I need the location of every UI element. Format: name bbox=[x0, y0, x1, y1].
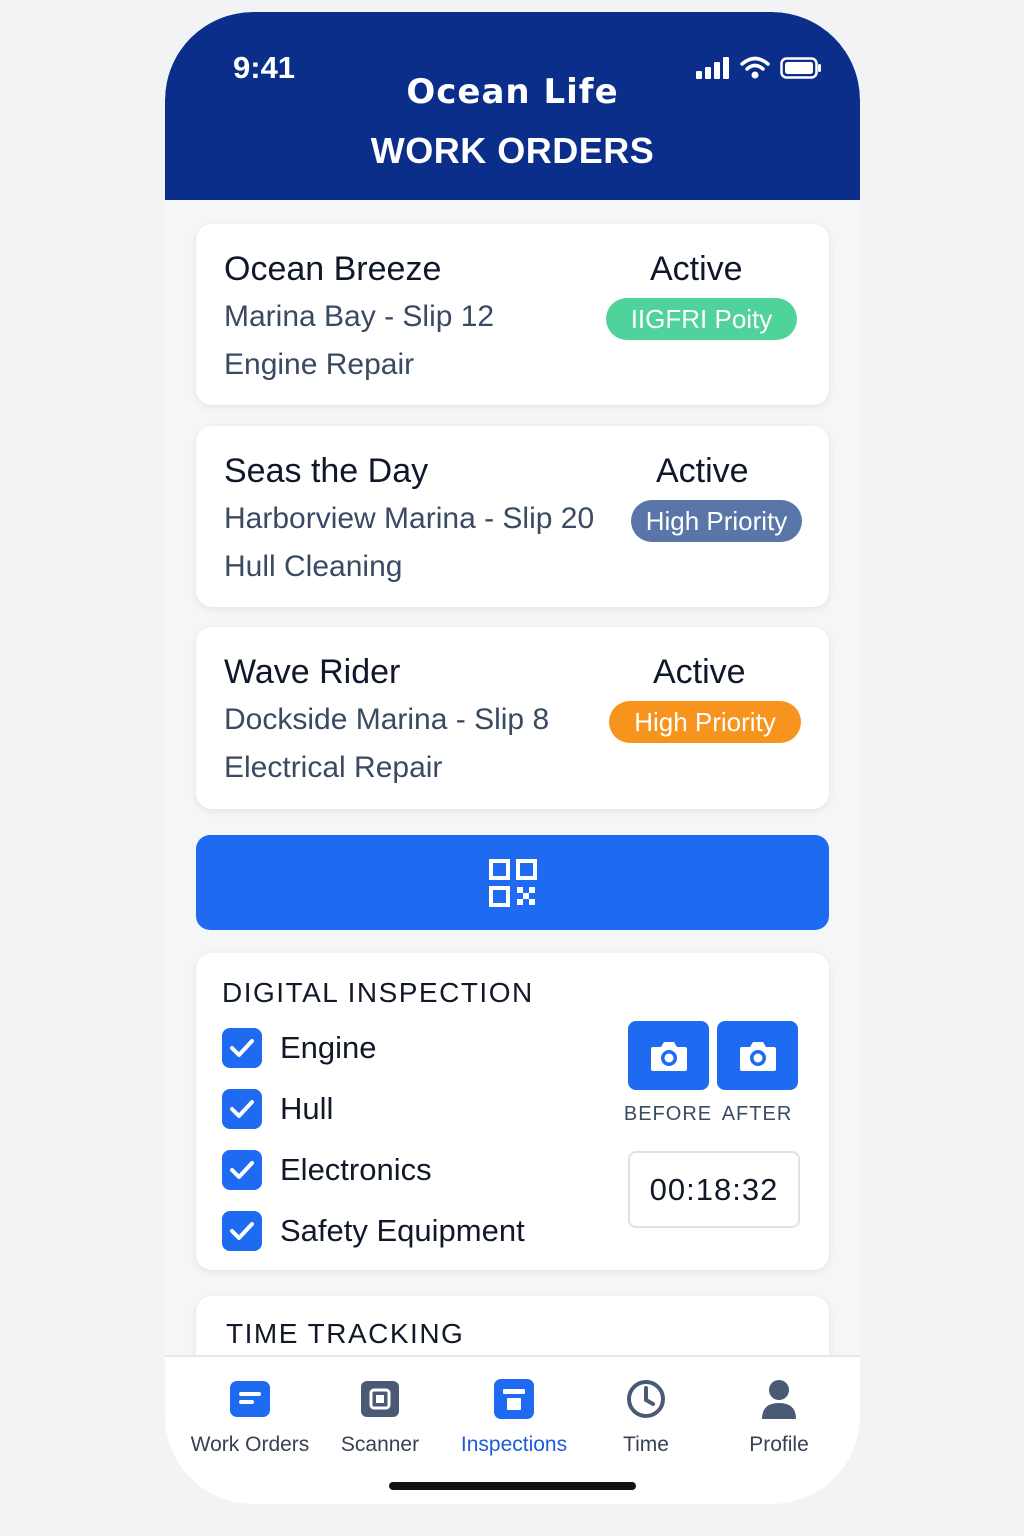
work-order-location: Dockside Marina - Slip 8 bbox=[224, 703, 550, 736]
checklist-item-electronics[interactable]: Electronics bbox=[222, 1150, 432, 1190]
priority-badge: High Priority bbox=[609, 701, 801, 743]
work-order-name: Seas the Day bbox=[224, 452, 429, 490]
tab-inspections[interactable]: Inspections bbox=[444, 1377, 584, 1457]
checklist-item-engine[interactable]: Engine bbox=[222, 1028, 377, 1068]
work-order-card[interactable]: Wave Rider Dockside Marina - Slip 8 Elec… bbox=[196, 627, 829, 809]
person-icon bbox=[762, 1380, 796, 1419]
work-order-name: Ocean Breeze bbox=[224, 250, 442, 288]
checkbox[interactable] bbox=[222, 1028, 262, 1068]
checkmark-icon bbox=[230, 1222, 254, 1240]
tab-label: Time bbox=[623, 1433, 669, 1456]
work-order-card[interactable]: Seas the Day Harborview Marina - Slip 20… bbox=[196, 426, 829, 607]
after-photo-button[interactable] bbox=[717, 1021, 798, 1090]
app-header: 9:41 Ocean Life WORK ORDERS bbox=[165, 12, 860, 200]
tab-label: Work Orders bbox=[190, 1433, 310, 1456]
work-order-location: Marina Bay - Slip 12 bbox=[224, 300, 495, 333]
inspection-timer: 00:18:32 bbox=[628, 1151, 800, 1228]
priority-badge: High Priority bbox=[631, 500, 802, 542]
app-name: Ocean Life bbox=[406, 72, 619, 112]
page-title: WORK ORDERS bbox=[370, 130, 655, 171]
home-indicator bbox=[389, 1482, 636, 1490]
priority-badge: IIGFRI Poity bbox=[606, 298, 797, 340]
tab-work-orders[interactable]: Work Orders bbox=[180, 1377, 320, 1457]
tab-label: Profile bbox=[749, 1433, 809, 1456]
checkmark-icon bbox=[230, 1161, 254, 1179]
inspections-icon bbox=[494, 1379, 534, 1419]
clock-icon bbox=[627, 1380, 665, 1418]
phone-screen: 9:41 Ocean Life WORK ORDERS Ocean Breeze… bbox=[165, 12, 860, 1504]
work-order-name: Wave Rider bbox=[224, 653, 401, 691]
work-order-task: Engine Repair bbox=[224, 348, 415, 381]
checklist-label: Electronics bbox=[280, 1152, 432, 1187]
tab-scanner[interactable]: Scanner bbox=[310, 1377, 450, 1457]
before-label: BEFORE bbox=[623, 1103, 713, 1125]
work-order-status: Active bbox=[656, 452, 749, 490]
checklist-label: Hull bbox=[280, 1091, 334, 1126]
checkbox[interactable] bbox=[222, 1211, 262, 1251]
tab-label: Scanner bbox=[340, 1433, 420, 1456]
after-label: AFTER bbox=[721, 1103, 793, 1125]
scanner-icon bbox=[361, 1381, 399, 1417]
qr-code-icon bbox=[488, 858, 537, 907]
tab-label: Inspections bbox=[460, 1433, 568, 1456]
checklist-label: Engine bbox=[280, 1030, 377, 1065]
camera-icon bbox=[650, 1041, 687, 1071]
scan-qr-button[interactable] bbox=[196, 835, 829, 930]
work-order-status: Active bbox=[650, 250, 743, 288]
work-order-task: Hull Cleaning bbox=[224, 550, 403, 583]
digital-inspection-card: DIGITAL INSPECTION Engine Hull Electroni… bbox=[196, 953, 829, 1270]
work-order-status: Active bbox=[653, 653, 746, 691]
tab-profile[interactable]: Profile bbox=[709, 1377, 849, 1457]
checkbox[interactable] bbox=[222, 1150, 262, 1190]
before-photo-button[interactable] bbox=[628, 1021, 709, 1090]
checkmark-icon bbox=[230, 1100, 254, 1118]
work-order-task: Electrical Repair bbox=[224, 751, 443, 784]
work-orders-icon bbox=[230, 1381, 270, 1417]
checklist-label: Safety Equipment bbox=[280, 1213, 525, 1248]
checkmark-icon bbox=[230, 1039, 254, 1057]
section-title: TIME TRACKING bbox=[226, 1318, 465, 1349]
section-title: DIGITAL INSPECTION bbox=[222, 977, 534, 1008]
checklist-item-hull[interactable]: Hull bbox=[222, 1089, 333, 1129]
camera-icon bbox=[739, 1041, 776, 1071]
work-order-card[interactable]: Ocean Breeze Marina Bay - Slip 12 Engine… bbox=[196, 224, 829, 405]
checklist-item-safety-equipment[interactable]: Safety Equipment bbox=[222, 1211, 525, 1251]
tab-time[interactable]: Time bbox=[576, 1377, 716, 1457]
checkbox[interactable] bbox=[222, 1089, 262, 1129]
work-order-location: Harborview Marina - Slip 20 bbox=[224, 502, 595, 535]
